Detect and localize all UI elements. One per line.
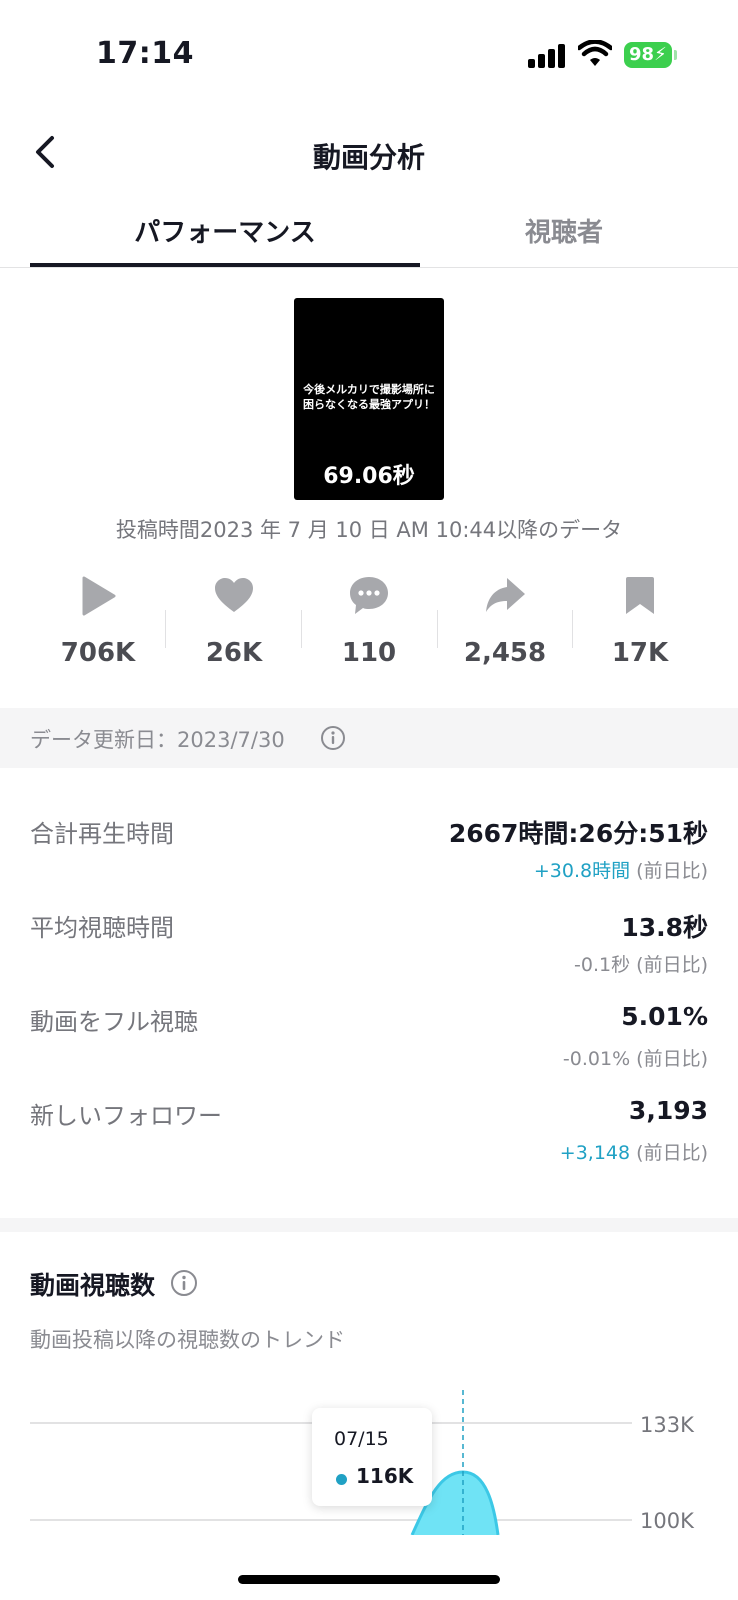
tab-bar: パフォーマンス 視聴者 xyxy=(0,196,738,268)
nav-bar: 動画分析 xyxy=(0,110,738,196)
video-duration: 69.06秒 xyxy=(323,464,415,489)
delta-suffix: (前日比) xyxy=(630,1048,708,1070)
delta-amount: -0.01% xyxy=(562,1048,631,1070)
play-icon xyxy=(82,576,116,616)
metric-value: 2667時間:26分:51秒 xyxy=(448,819,708,848)
delta-suffix: (前日比) xyxy=(630,860,708,882)
update-band: データ更新日：2023/7/30 xyxy=(0,708,738,768)
tab-audience[interactable]: 視聴者 xyxy=(420,212,708,249)
heart-icon xyxy=(215,578,253,612)
metric-avg-watch-time: 平均視聴時間 13.8秒 -0.1秒 (前日比) xyxy=(30,902,708,982)
tab-performance[interactable]: パフォーマンス xyxy=(30,212,420,249)
delta-amount: -0.1秒 xyxy=(574,954,631,976)
metric-full-watch: 動画をフル視聴 5.01% -0.01% (前日比) xyxy=(30,996,708,1076)
tooltip-value: 116K xyxy=(356,1464,414,1488)
tooltip-series-dot xyxy=(336,1474,347,1485)
delta-suffix: (前日比) xyxy=(630,1142,708,1164)
metric-delta: -0.01% (前日比) xyxy=(563,1044,708,1071)
posted-note: 投稿時間2023 年 7 月 10 日 AM 10:44以降のデータ xyxy=(115,518,623,542)
metric-value: 5.01% xyxy=(621,1002,708,1031)
chart-tooltip: 07/15 116K xyxy=(312,1408,432,1506)
stat-comments: 110 xyxy=(301,574,437,684)
engagement-stats: 706K 26K 110 2,458 17K xyxy=(30,574,708,684)
stat-value: 26K xyxy=(205,638,263,668)
signal-icon xyxy=(528,44,566,68)
comment-icon xyxy=(350,577,388,614)
y-label-bottom: 100K xyxy=(640,1509,695,1533)
stat-value: 17K xyxy=(611,638,669,668)
stat-value: 110 xyxy=(341,638,397,668)
metric-delta: +30.8時間 (前日比) xyxy=(534,856,708,883)
metric-new-followers: 新しいフォロワー 3,193 +3,148 (前日比) xyxy=(30,1090,708,1170)
delta-suffix: (前日比) xyxy=(630,954,708,976)
stat-shares: 2,458 xyxy=(437,574,573,684)
metric-delta: -0.1秒 (前日比) xyxy=(574,950,708,977)
stat-plays: 706K xyxy=(30,574,166,684)
battery-cap xyxy=(674,50,677,60)
info-icon[interactable] xyxy=(170,1269,198,1297)
views-section-subtitle: 動画投稿以降の視聴数のトレンド xyxy=(30,1328,345,1352)
metric-label: 平均視聴時間 xyxy=(30,914,174,942)
section-divider xyxy=(0,1218,738,1232)
views-section-title: 動画視聴数 xyxy=(30,1271,156,1300)
delta-amount: +30.8時間 xyxy=(533,860,631,882)
battery-icon: 98⚡ xyxy=(624,42,672,68)
stat-value: 706K xyxy=(60,638,136,668)
metric-value: 3,193 xyxy=(628,1096,708,1125)
metric-total-watch-time: 合計再生時間 2667時間:26分:51秒 +30.8時間 (前日比) xyxy=(30,808,708,888)
tab-active-indicator xyxy=(30,263,420,267)
stat-saves: 17K xyxy=(572,574,708,684)
metric-label: 合計再生時間 xyxy=(30,820,174,848)
metric-value: 13.8秒 xyxy=(621,913,708,942)
metric-label: 新しいフォロワー xyxy=(30,1102,222,1130)
delta-amount: +3,148 xyxy=(559,1142,631,1164)
video-thumbnail[interactable]: 今後メルカリで撮影場所に困らなくなる最強アプリ！ 69.06秒 xyxy=(294,298,444,500)
bookmark-icon xyxy=(626,577,654,614)
stat-likes: 26K xyxy=(166,574,302,684)
page-title: 動画分析 xyxy=(312,141,425,174)
info-icon[interactable] xyxy=(320,725,346,751)
update-date: データ更新日：2023/7/30 xyxy=(30,728,285,752)
video-caption: 今後メルカリで撮影場所に困らなくなる最強アプリ！ xyxy=(303,383,435,411)
status-bar: 17:14 98⚡ xyxy=(0,0,738,110)
home-indicator[interactable] xyxy=(238,1575,500,1584)
stat-value: 2,458 xyxy=(463,638,547,668)
battery-level: 98 xyxy=(629,44,655,65)
tooltip-date: 07/15 xyxy=(334,1428,389,1450)
share-icon xyxy=(486,578,525,612)
metric-label: 動画をフル視聴 xyxy=(30,1008,198,1036)
status-time: 17:14 xyxy=(96,36,194,71)
metric-delta: +3,148 (前日比) xyxy=(560,1138,708,1165)
wifi-icon xyxy=(578,40,612,66)
y-label-top: 133K xyxy=(640,1413,695,1437)
